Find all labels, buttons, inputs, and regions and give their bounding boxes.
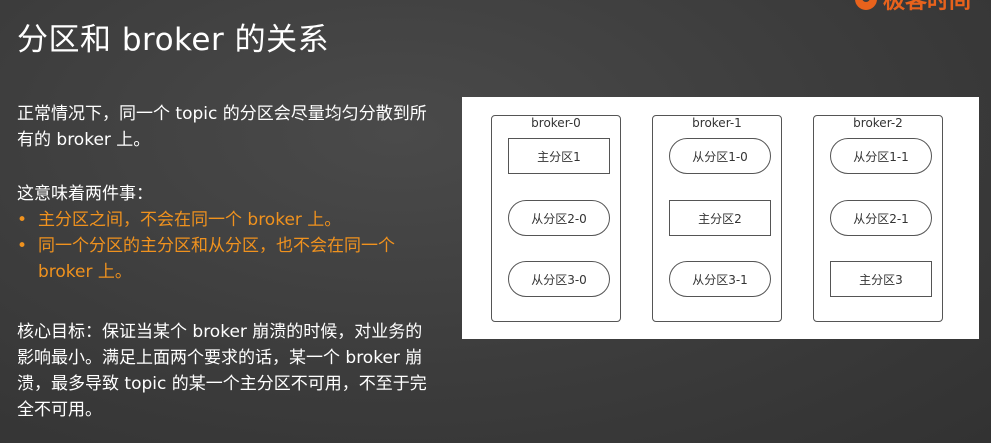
broker-partition-diagram: broker-0 主分区1 从分区2-0 从分区3-0 broker-1 从分区… <box>462 97 979 339</box>
paragraph-goal: 核心目标：保证当某个 broker 崩溃的时候，对业务的影响最小。满足上面两个要… <box>17 322 427 420</box>
slide-title: 分区和 broker 的关系 <box>17 22 330 58</box>
partition-box: 从分区2-1 <box>830 200 932 236</box>
partition-box: 主分区2 <box>669 200 771 236</box>
broker-label: broker-1 <box>692 116 742 130</box>
partition-box: 主分区1 <box>508 138 610 174</box>
bullet-list: 主分区之间，不会在同一个 broker 上。 同一个分区的主分区和从分区，也不会… <box>17 207 437 285</box>
partition-box: 从分区3-0 <box>508 261 610 297</box>
paragraph-implications: 这意味着两件事： <box>17 184 153 204</box>
logo-icon <box>854 0 877 10</box>
broker-box-0: broker-0 主分区1 从分区2-0 从分区3-0 <box>491 115 621 322</box>
broker-box-1: broker-1 从分区1-0 主分区2 从分区3-1 <box>652 115 782 322</box>
broker-label: broker-0 <box>531 116 581 130</box>
bullet-item: 主分区之间，不会在同一个 broker 上。 <box>17 207 437 233</box>
broker-label: broker-2 <box>853 116 903 130</box>
paragraph-intro: 正常情况下，同一个 topic 的分区会尽量均匀分散到所有的 broker 上。 <box>17 104 427 150</box>
partition-box: 从分区1-1 <box>830 138 932 174</box>
partition-box: 主分区3 <box>830 261 932 297</box>
partition-box: 从分区1-0 <box>669 138 771 174</box>
partition-box: 从分区3-1 <box>669 261 771 297</box>
bullet-item: 同一个分区的主分区和从分区，也不会在同一个 broker 上。 <box>17 233 437 285</box>
logo-text: 极客时间 <box>882 0 971 14</box>
partition-box: 从分区2-0 <box>508 200 610 236</box>
brand-logo: 极客时间 <box>854 0 971 14</box>
broker-box-2: broker-2 从分区1-1 从分区2-1 主分区3 <box>813 115 943 322</box>
